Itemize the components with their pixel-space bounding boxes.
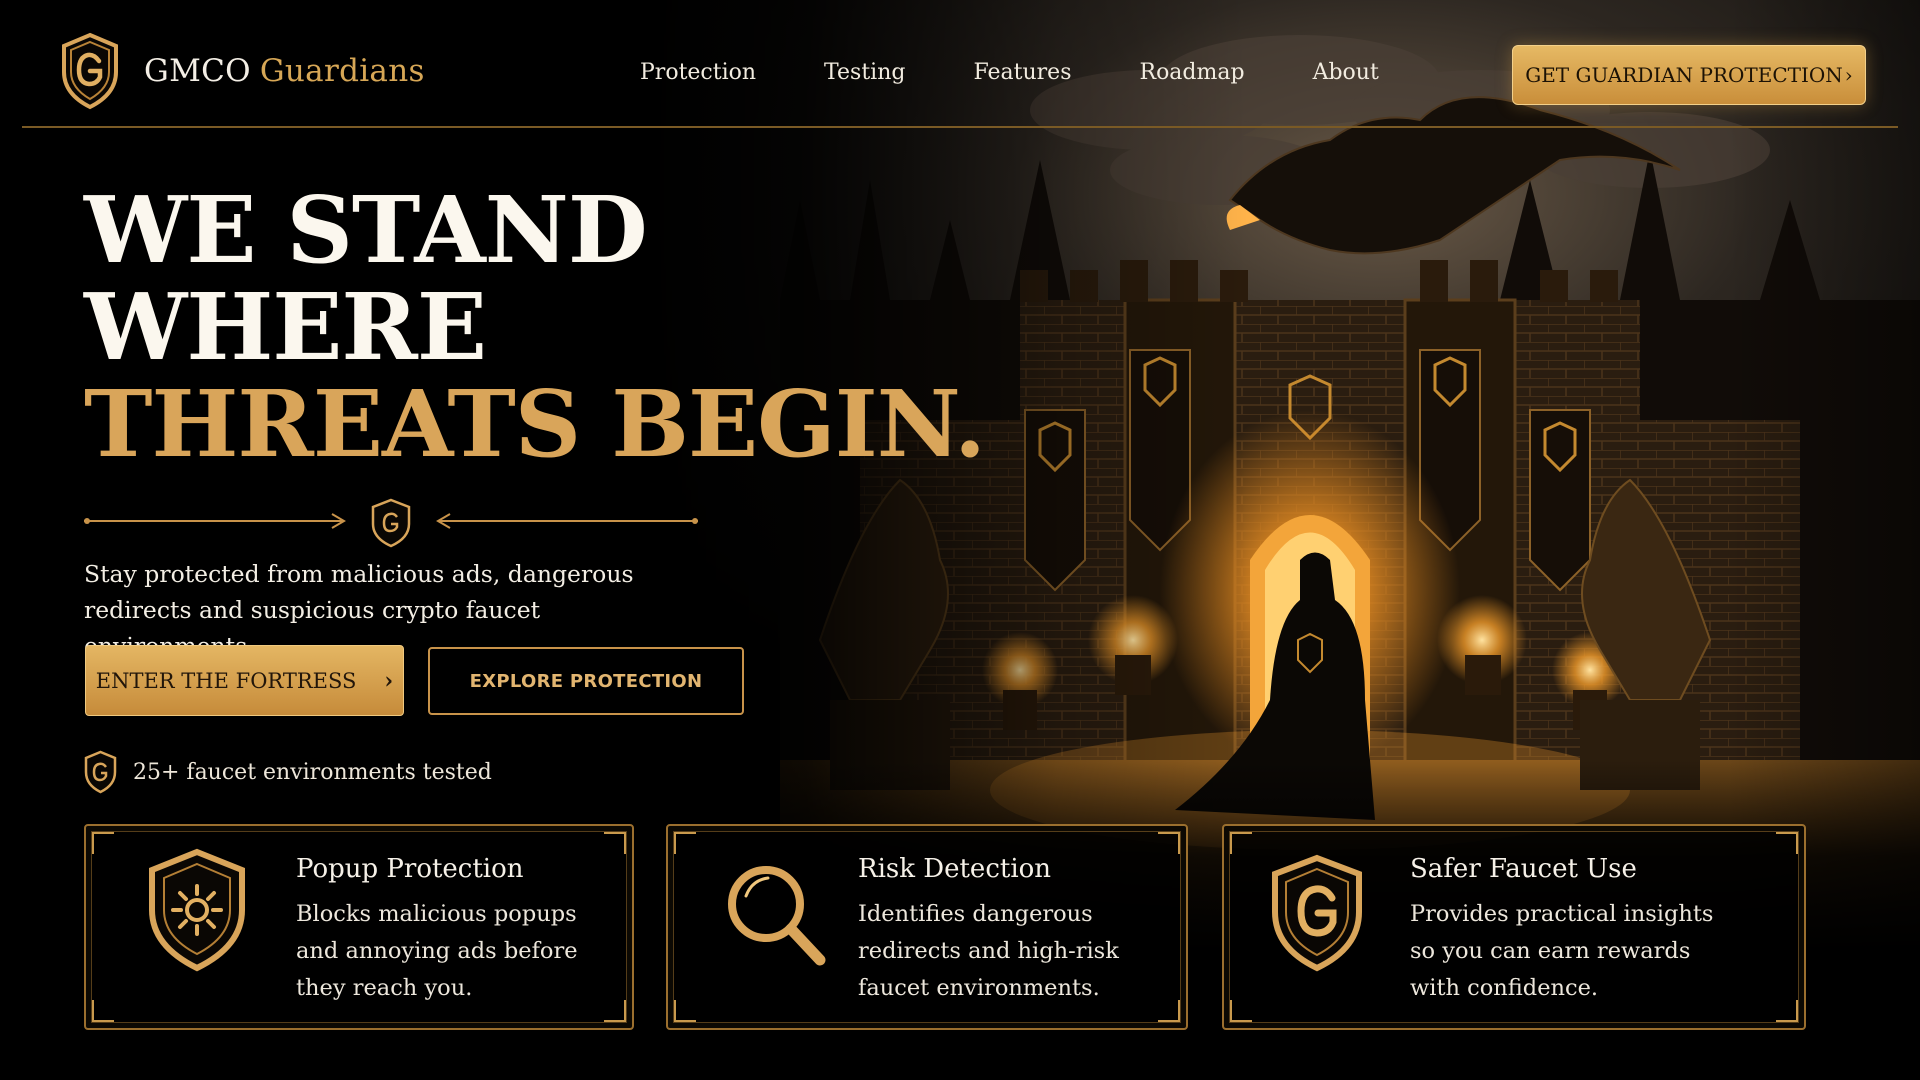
nav-item-features[interactable]: Features [973,60,1071,85]
g-shield-logo-icon [62,32,118,110]
tested-stat-text: 25+ faucet environments tested [133,759,492,785]
get-guardian-protection-label: GET GUARDIAN PROTECTION [1525,63,1843,87]
feature-title: Safer Faucet Use [1410,854,1637,884]
feature-card-popup-protection: Popup Protection Blocks malicious popups… [84,824,634,1030]
ornamental-divider [84,498,698,548]
main-nav: Protection Testing Features Roadmap Abou… [640,60,1379,85]
feature-card-safer-faucet-use: Safer Faucet Use Provides practical insi… [1222,824,1806,1030]
explore-protection-button[interactable]: EXPLORE PROTECTION [428,647,744,715]
magnifier-icon [728,866,826,966]
feature-card-risk-detection: Risk Detection Identifies dangerous redi… [666,824,1188,1030]
shield-sun-icon [149,848,245,972]
nav-item-about[interactable]: About [1313,60,1379,85]
site-header: GMCO Guardians Protection Testing Feature… [22,0,1898,128]
hero-title-line2: WHERE [84,273,487,381]
enter-the-fortress-label: ENTER THE FORTRESS [95,668,357,693]
feature-description: Provides practical insights so you can e… [1410,901,1714,1001]
hero-title: WE STAND WHERE THREATS BEGIN. [84,176,986,478]
feature-title: Risk Detection [858,854,1052,884]
divider-shield-icon [371,498,411,548]
hero-title-line3: THREATS BEGIN. [84,370,986,478]
g-shield-icon [1272,854,1362,972]
feature-title: Popup Protection [296,854,524,884]
nav-item-roadmap[interactable]: Roadmap [1140,60,1245,85]
g-shield-icon [84,750,117,794]
explore-protection-label: EXPLORE PROTECTION [469,670,703,692]
enter-the-fortress-button[interactable]: ENTER THE FORTRESS › [85,645,404,716]
brand-name-part2: Guardians [259,53,425,89]
tested-stat: 25+ faucet environments tested [84,750,492,794]
feature-description: Identifies dangerous redirects and high-… [858,901,1119,1001]
feature-description: Blocks malicious popups and annoying ads… [296,901,578,1001]
brand-name-part1: GMCO [144,53,251,89]
brand-logo[interactable]: GMCO Guardians [60,32,425,110]
nav-item-protection[interactable]: Protection [640,60,756,85]
brand-name: GMCO Guardians [144,53,425,89]
hero-title-line1: WE STAND [84,176,648,284]
nav-item-testing[interactable]: Testing [824,60,905,85]
chevron-right-icon: › [1844,63,1853,87]
get-guardian-protection-button[interactable]: GET GUARDIAN PROTECTION › [1512,45,1866,105]
chevron-right-icon: › [384,667,394,694]
